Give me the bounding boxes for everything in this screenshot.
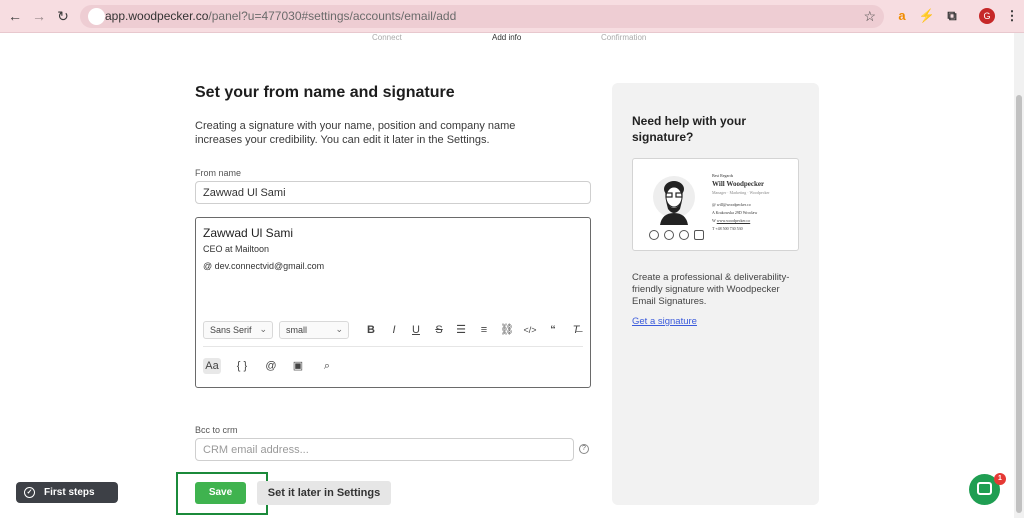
card-greeting: Best Regards	[712, 173, 734, 178]
signature-editor[interactable]: Zawwad Ul Sami CEO at Mailtoon @ dev.con…	[195, 217, 591, 388]
check-circle-icon: ✓	[24, 487, 35, 498]
signature-line-email[interactable]: @ dev.connectvid@gmail.com	[203, 261, 324, 271]
at-mention-icon[interactable]: @	[262, 358, 280, 374]
first-steps-label: First steps	[44, 487, 95, 498]
bookmark-star-icon[interactable]: ☆	[863, 8, 876, 25]
card-phone: T +48 500 730 530	[712, 226, 743, 231]
scrollbar-thumb[interactable]	[1016, 95, 1022, 513]
chevron-down-icon: ⌄	[259, 324, 267, 334]
amazon-extension-icon[interactable]: a	[893, 7, 911, 25]
forward-icon[interactable]: →	[30, 7, 48, 25]
first-steps-button[interactable]: ✓ First steps	[16, 482, 118, 503]
from-name-label: From name	[195, 168, 242, 178]
signature-line-title[interactable]: CEO at Mailtoon	[203, 244, 269, 254]
page-description: Creating a signature with your name, pos…	[195, 120, 516, 146]
reload-icon[interactable]: ↻	[54, 7, 72, 25]
page-scrollbar[interactable]	[1014, 33, 1024, 518]
chevron-down-icon: ⌄	[335, 324, 343, 334]
signature-example-card: Best Regards Will Woodpecker Manager · M…	[632, 158, 799, 251]
card-role: Manager · Marketing · Woodpecker	[712, 190, 770, 195]
back-icon[interactable]: ←	[6, 7, 24, 25]
preview-icon[interactable]: ⌕	[318, 358, 336, 374]
align-icon[interactable]: ≡	[477, 323, 491, 337]
strikethrough-icon[interactable]: S	[432, 323, 446, 337]
address-bar[interactable]: app.woodpecker.co/panel?u=477030#setting…	[80, 5, 884, 28]
help-icon[interactable]: ?	[579, 444, 589, 454]
card-social-icons	[649, 227, 709, 240]
linkedin-icon	[694, 230, 704, 240]
page-title: Set your from name and signature	[195, 84, 455, 101]
card-address: A Krakowska 29D Wroclaw	[712, 210, 758, 215]
quote-icon[interactable]: “	[546, 323, 560, 337]
italic-icon[interactable]: I	[387, 323, 401, 337]
instagram-icon	[664, 230, 674, 240]
whatsapp-icon	[649, 230, 659, 240]
card-email: @ will@woodpecker.co	[712, 202, 751, 207]
from-name-input[interactable]: Zawwad Ul Sami	[195, 181, 591, 204]
bcc-input[interactable]: CRM email address...	[195, 438, 574, 461]
site-info-icon[interactable]	[88, 8, 105, 25]
font-size-select[interactable]: small ⌄	[279, 321, 349, 339]
lightning-extension-icon[interactable]: ⚡	[918, 7, 936, 25]
variables-icon[interactable]: { }	[233, 358, 251, 374]
step-connect: Connect	[372, 33, 402, 42]
toolbar-divider	[203, 346, 583, 347]
chat-notification-badge: 1	[994, 473, 1006, 485]
card-web: W www.woodpecker.co	[712, 218, 751, 223]
get-signature-link[interactable]: Get a signature	[632, 316, 697, 327]
link-icon[interactable]: ⛓	[500, 323, 514, 337]
image-icon[interactable]: ▣	[289, 358, 307, 374]
step-add-info: Add info	[492, 33, 522, 42]
editor-toolbar: Sans Serif ⌄ small ⌄ B I U S ☰ ≡ ⛓ </> “ T…	[196, 318, 590, 346]
set-later-button[interactable]: Set it later in Settings	[257, 481, 391, 505]
extensions-puzzle-icon[interactable]: ⧉	[943, 7, 961, 25]
signature-name[interactable]: Zawwad Ul Sami	[203, 226, 293, 240]
save-button[interactable]: Save	[195, 482, 246, 504]
card-name: Will Woodpecker	[712, 180, 765, 188]
profile-avatar[interactable]: G	[979, 8, 995, 24]
step-confirmation: Confirmation	[601, 33, 647, 42]
facebook-icon	[679, 230, 689, 240]
browser-toolbar: ← → ↻ app.woodpecker.co/panel?u=477030#s…	[0, 0, 1024, 33]
avatar	[653, 176, 695, 225]
bullet-list-icon[interactable]: ☰	[454, 323, 468, 337]
help-description: Create a professional & deliverability-f…	[632, 272, 790, 307]
clear-format-icon[interactable]: T̶	[569, 323, 583, 337]
text-style-icon[interactable]: Aa	[203, 358, 221, 374]
help-title: Need help with your signature?	[632, 114, 747, 144]
code-icon[interactable]: </>	[523, 323, 537, 337]
bold-icon[interactable]: B	[364, 323, 378, 337]
help-panel: Need help with your signature? Best Rega…	[612, 83, 819, 505]
browser-menu-icon[interactable]: ⋮	[1003, 7, 1021, 25]
bcc-label: Bcc to crm	[195, 425, 238, 435]
chat-icon	[977, 482, 992, 495]
font-family-select[interactable]: Sans Serif ⌄	[203, 321, 273, 339]
underline-icon[interactable]: U	[409, 323, 423, 337]
url-text[interactable]: app.woodpecker.co/panel?u=477030#setting…	[105, 9, 456, 23]
